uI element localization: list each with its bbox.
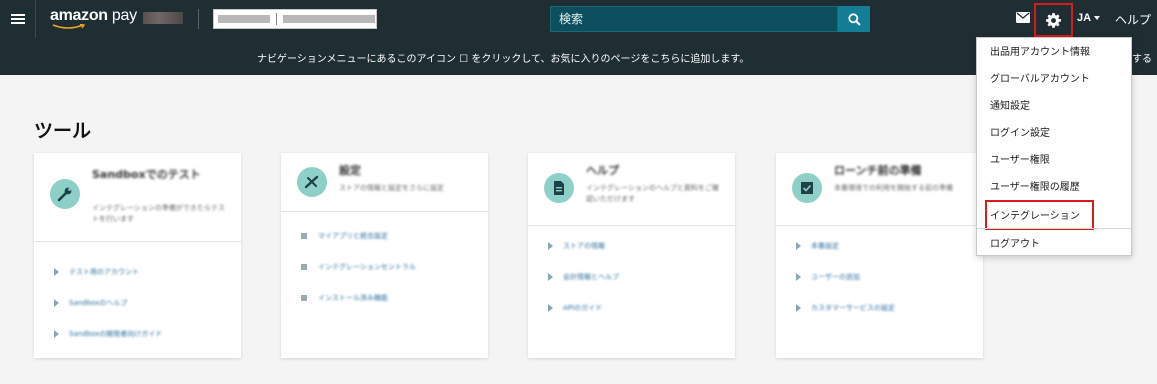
search-button[interactable]	[838, 6, 870, 32]
card-link[interactable]: ユーザーの追加	[776, 261, 983, 292]
help-link[interactable]: ヘルプ	[1115, 11, 1151, 28]
account-switcher[interactable]	[213, 9, 377, 29]
card-title[interactable]: 設定	[339, 163, 479, 179]
card-link[interactable]: 会計情報とヘルプ	[528, 261, 735, 292]
card-description: ストアの情報と設定をさらに設定	[339, 184, 444, 192]
gear-icon	[1046, 12, 1061, 28]
checklist-icon	[792, 173, 822, 203]
card-title[interactable]: ヘルプ	[586, 163, 726, 179]
document-icon	[544, 173, 574, 203]
tool-card-sandbox: Sandboxでのテスト インテグレーションの準備ができたらテストを行います テ…	[34, 153, 241, 358]
page-title: ツール	[34, 120, 92, 142]
card-link[interactable]: インテグレーションセントラル	[281, 251, 488, 282]
card-description: 本番環境での利用を開始する前の準備	[834, 184, 953, 192]
settings-dropdown-menu: 出品用アカウント情報 グローバルアカウント 通知設定 ログイン設定 ユーザー権限…	[976, 37, 1132, 256]
tools-icon	[297, 167, 327, 197]
card-link[interactable]: インストール済み機能	[281, 282, 488, 313]
card-description: インテグレーションの準備ができたらテストを行います	[92, 204, 225, 223]
chevron-down-icon	[1094, 16, 1101, 21]
card-link[interactable]: ストアの情報	[528, 230, 735, 261]
search-icon	[847, 12, 861, 26]
favorites-notice-text: ナビゲーションメニューにあるこのアイコン ☐ をクリックして、お気に入りのページ…	[257, 54, 750, 65]
integration-highlight-box	[985, 200, 1094, 230]
menu-item-login-settings[interactable]: ログイン設定	[990, 124, 1050, 139]
card-link[interactable]: マイアプリと統合設定	[281, 220, 488, 251]
notice-suffix: する	[1132, 54, 1152, 65]
divider	[198, 9, 199, 29]
merchant-name	[143, 12, 183, 24]
menu-item-user-permissions[interactable]: ユーザー権限	[990, 151, 1050, 166]
top-navigation-bar: amazon pay JA ヘルプ	[0, 0, 1157, 38]
menu-item-seller-account-info[interactable]: 出品用アカウント情報	[990, 43, 1090, 58]
hamburger-menu-icon[interactable]	[0, 0, 36, 38]
card-title[interactable]: ローンチ前の準備	[834, 163, 974, 179]
menu-item-global-account[interactable]: グローバルアカウント	[990, 70, 1090, 85]
card-link[interactable]: 本番設定	[776, 230, 983, 261]
mail-icon[interactable]	[1016, 12, 1030, 23]
language-selector[interactable]: JA	[1077, 12, 1101, 24]
tool-card-settings: 設定 ストアの情報と設定をさらに設定 マイアプリと統合設定 インテグレーションセ…	[281, 153, 488, 358]
card-link[interactable]: テスト用のアカウント	[34, 256, 241, 287]
card-title[interactable]: Sandboxでのテスト	[92, 167, 232, 183]
search-input[interactable]	[550, 6, 838, 32]
tool-card-launch-prep: ローンチ前の準備 本番環境での利用を開始する前の準備 本番設定 ユーザーの追加 …	[776, 153, 983, 358]
tool-card-help: ヘルプ インテグレーションのヘルプと資料をご確認いただけます ストアの情報 会計…	[528, 153, 735, 358]
menu-item-notification-settings[interactable]: 通知設定	[990, 97, 1030, 112]
wrench-icon	[50, 179, 80, 209]
menu-item-user-permissions-history[interactable]: ユーザー権限の履歴	[990, 178, 1080, 193]
settings-button[interactable]	[1034, 3, 1073, 37]
amazon-pay-logo[interactable]: amazon pay	[50, 5, 140, 31]
search-bar	[550, 6, 870, 32]
menu-item-logout[interactable]: ログアウト	[990, 235, 1040, 250]
card-link[interactable]: Sandboxの開発者向けガイド	[34, 318, 241, 349]
card-link[interactable]: APIのガイド	[528, 292, 735, 323]
card-link[interactable]: Sandboxのヘルプ	[34, 287, 241, 318]
card-link[interactable]: カスタマーサービスの設定	[776, 292, 983, 323]
menu-divider	[977, 228, 1131, 229]
card-description: インテグレーションのヘルプと資料をご確認いただけます	[586, 184, 719, 203]
